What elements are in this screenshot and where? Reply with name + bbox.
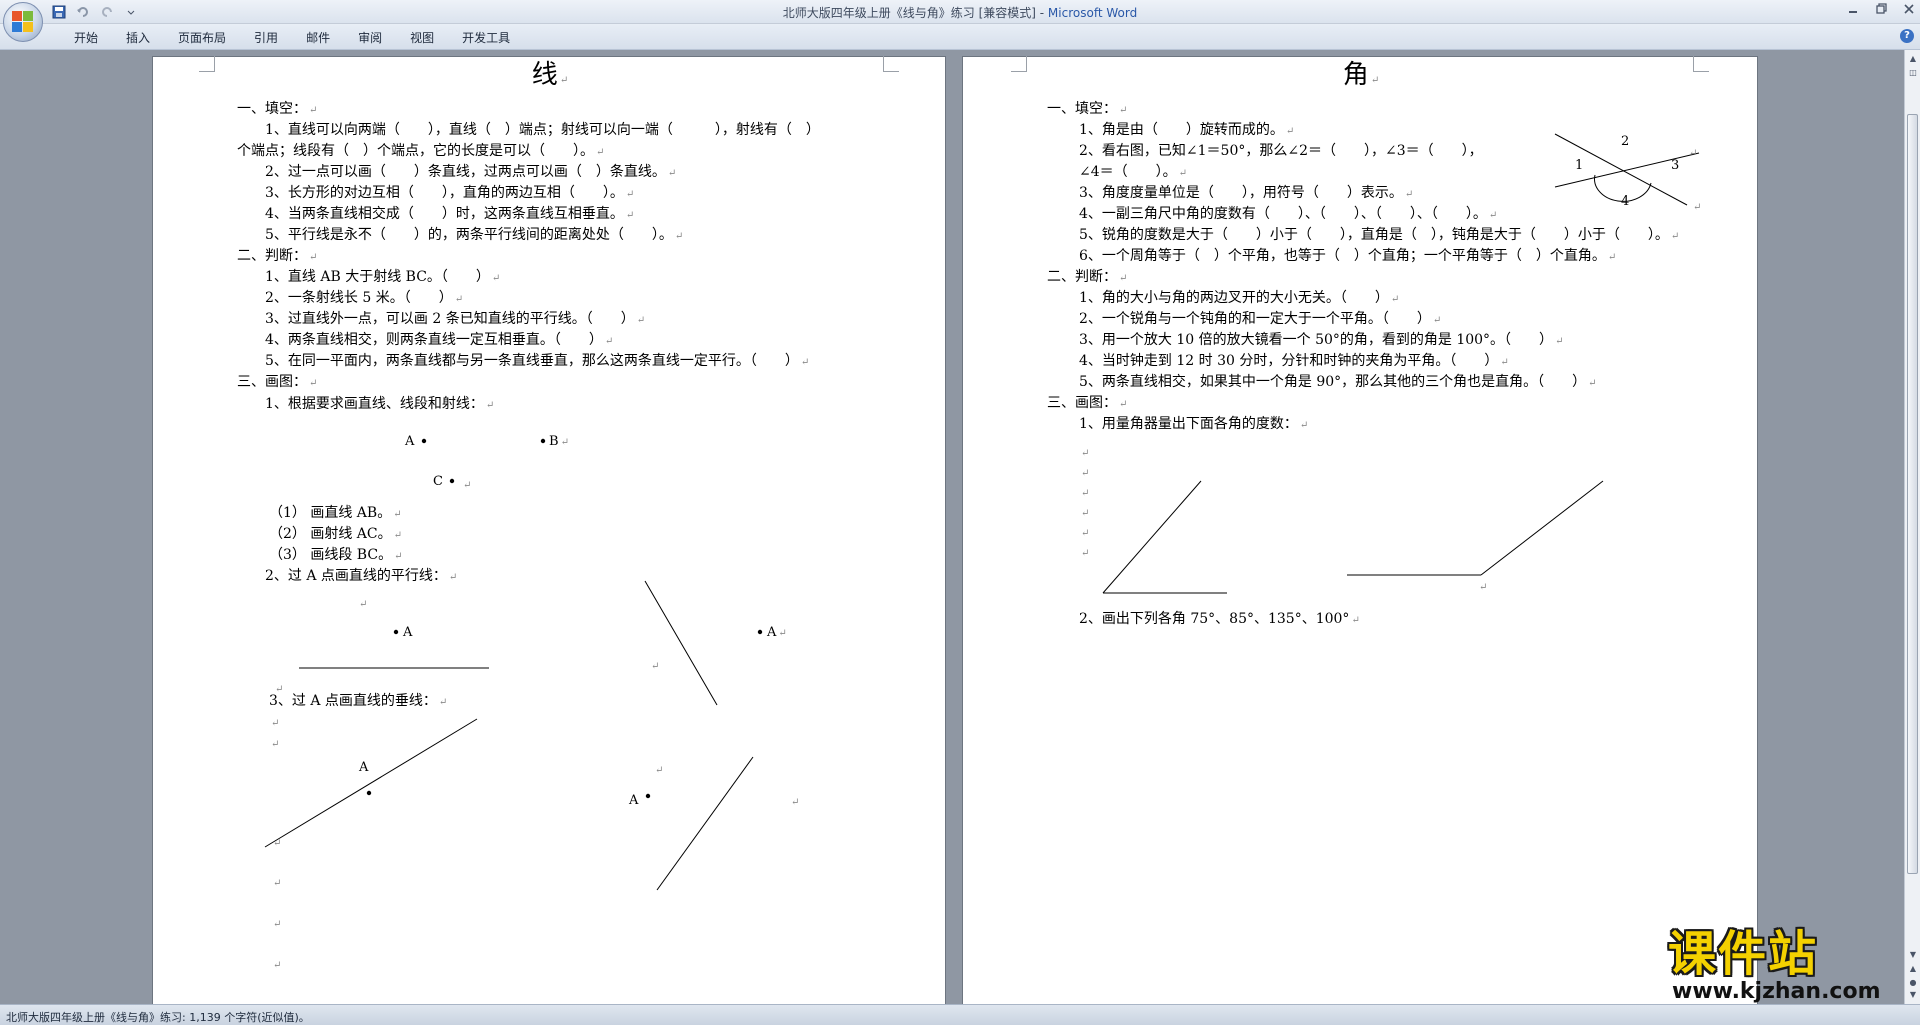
status-bar: 北师大版四年级上册《线与角》练习: 1,139 个字符(近似值)。 xyxy=(0,1004,1920,1025)
tab-developer[interactable]: 开发工具 xyxy=(448,29,524,47)
paragraph-mark: ↵ xyxy=(651,661,660,672)
drawing-lines xyxy=(264,580,754,891)
point-a-dot xyxy=(366,790,372,796)
tab-mailings[interactable]: 邮件 xyxy=(292,29,344,47)
vertical-scrollbar[interactable]: ▲ ◫ ▼ ▲ ● ▼ xyxy=(1904,50,1920,1004)
paragraph-mark: ↵ xyxy=(1081,488,1090,499)
title-bar: 北师大版四年级上册《线与角》练习 [兼容模式] - Microsoft Word xyxy=(0,0,1920,24)
paragraph-mark: ↵ xyxy=(271,718,280,729)
angle-label-2: 2 xyxy=(1621,134,1630,149)
tab-home[interactable]: 开始 xyxy=(60,29,112,47)
tab-references[interactable]: 引用 xyxy=(240,29,292,47)
office-logo-icon xyxy=(12,11,34,33)
watermark-title: 课件站 xyxy=(1668,926,1819,982)
paragraph-mark: ↵ xyxy=(1081,448,1090,459)
page-angles-content: 角 ↵ 一、填空： ↵ 1、角是由（ ）旋转而成的。 ↵ 2、看右图，已知∠1＝50°… xyxy=(963,57,1759,1004)
angle-label-1: 1 xyxy=(1575,158,1584,173)
office-button[interactable] xyxy=(3,2,43,42)
minimize-icon xyxy=(1849,11,1857,13)
ribbon: 开始 插入 页面布局 引用 邮件 审阅 视图 开发工具 ? xyxy=(0,24,1920,50)
angle-label-3: 3 xyxy=(1671,158,1680,173)
paragraph-mark: ↵ xyxy=(1081,468,1090,479)
status-text: 北师大版四年级上册《线与角》练习: 1,139 个字符(近似值)。 xyxy=(6,1011,310,1024)
scroll-down-icon[interactable]: ▼ xyxy=(1908,950,1918,960)
paragraph-mark: ↵ xyxy=(273,960,282,971)
tab-review[interactable]: 审阅 xyxy=(344,29,396,47)
close-icon xyxy=(1904,4,1914,14)
previous-page-icon[interactable]: ▲ xyxy=(1908,964,1918,974)
tab-view[interactable]: 视图 xyxy=(396,29,448,47)
page-lines-content: 线 ↵ 一、填空： ↵ 1、直线可以向两端（ ），直线（ ）端点；射线可以向一端（ … xyxy=(153,57,947,1004)
paragraph-mark: ↵ xyxy=(273,878,282,889)
tab-insert[interactable]: 插入 xyxy=(112,29,164,47)
page-angles[interactable]: 角 ↵ 一、填空： ↵ 1、角是由（ ）旋转而成的。 ↵ 2、看右图，已知∠1＝50°… xyxy=(962,56,1758,1004)
browse-object-icon[interactable]: ● xyxy=(1908,978,1918,988)
restore-icon xyxy=(1876,3,1887,14)
paragraph-mark: ↵ xyxy=(1081,508,1090,519)
angle-label-4: 4 xyxy=(1621,194,1630,209)
paragraph-mark: ↵ xyxy=(273,919,282,930)
watermark-url: www.kjzhan.com xyxy=(1672,979,1881,1004)
paragraph-mark: ↵ xyxy=(1081,548,1090,559)
point-a-dot xyxy=(645,793,651,799)
paragraph-mark: ↵ xyxy=(273,838,282,849)
site-watermark: 课件站 www.kjzhan.com xyxy=(1668,926,1908,1004)
question-line: 3、过 A 点画直线的垂线： ↵ xyxy=(269,693,448,709)
close-button[interactable] xyxy=(1902,2,1916,16)
question-line: 2、画出下列各角 75°、85°、135°、100° ↵ xyxy=(1079,611,1360,627)
point-a-label: A xyxy=(629,793,639,808)
paragraph-mark: ↵ xyxy=(1479,582,1488,593)
paragraph-mark: ↵ xyxy=(1693,202,1702,213)
paragraph-mark: ↵ xyxy=(271,739,280,750)
paragraph-mark: ↵ xyxy=(1689,148,1698,159)
point-a-label: A xyxy=(359,760,369,775)
ruler-toggle-icon[interactable]: ◫ xyxy=(1908,68,1918,78)
document-workspace: 线 ↵ 一、填空： ↵ 1、直线可以向两端（ ），直线（ ）端点；射线可以向一端（ … xyxy=(0,50,1904,1004)
help-icon[interactable]: ? xyxy=(1900,29,1914,43)
restore-button[interactable] xyxy=(1874,2,1888,16)
page-lines[interactable]: 线 ↵ 一、填空： ↵ 1、直线可以向两端（ ），直线（ ）端点；射线可以向一端（ … xyxy=(152,56,946,1004)
window-controls xyxy=(1846,2,1916,16)
page-gap xyxy=(946,50,962,1004)
window-title: 北师大版四年级上册《线与角》练习 [兼容模式] - Microsoft Word xyxy=(782,6,1138,20)
next-page-icon[interactable]: ▼ xyxy=(1908,990,1918,1000)
paragraph-mark: ↵ xyxy=(655,765,664,776)
point-a-dot xyxy=(757,629,763,635)
paragraph-mark: ↵ xyxy=(791,797,800,808)
paragraph-mark: ↵ xyxy=(1081,528,1090,539)
point-a-label: A ↵ xyxy=(767,625,787,640)
tab-page-layout[interactable]: 页面布局 xyxy=(164,29,240,47)
minimize-button[interactable] xyxy=(1846,2,1860,16)
ribbon-tabs: 开始 插入 页面布局 引用 邮件 审阅 视图 开发工具 xyxy=(60,29,524,47)
scroll-up-icon[interactable]: ▲ xyxy=(1908,54,1918,64)
scrollbar-thumb[interactable] xyxy=(1907,114,1918,874)
